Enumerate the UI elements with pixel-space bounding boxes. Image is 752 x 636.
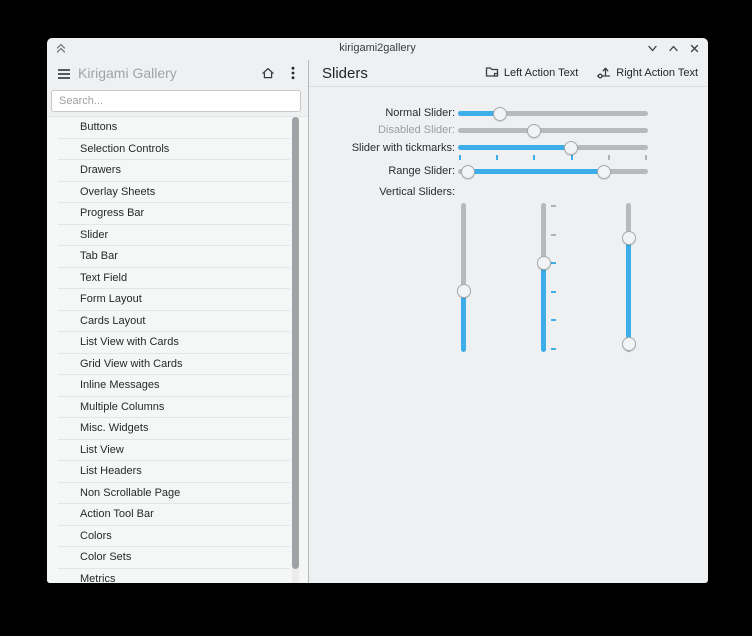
sidebar-item-drawers[interactable]: Drawers bbox=[58, 160, 290, 182]
main-content: Normal Slider: Disabled Slider: Slider w… bbox=[309, 87, 708, 583]
titlebar[interactable]: kirigami2gallery bbox=[47, 38, 708, 60]
disabled-slider bbox=[458, 123, 648, 138]
minimize-icon[interactable] bbox=[647, 43, 658, 54]
range-handle-high[interactable] bbox=[596, 164, 611, 179]
maximize-icon[interactable] bbox=[668, 43, 679, 54]
sidebar-item-buttons[interactable]: Buttons bbox=[58, 117, 290, 139]
adjust-icon bbox=[596, 65, 611, 82]
window-title: kirigami2gallery bbox=[339, 42, 416, 54]
scrollbar-thumb[interactable] bbox=[292, 117, 299, 569]
left-action-label: Left Action Text bbox=[503, 67, 579, 79]
tickmarks-slider[interactable] bbox=[458, 140, 648, 160]
range-handle-high[interactable] bbox=[621, 336, 636, 351]
slider-fill bbox=[626, 238, 631, 344]
sidebar-item-color-sets[interactable]: Color Sets bbox=[58, 547, 290, 569]
tickmarks bbox=[459, 155, 647, 160]
range-handle-low[interactable] bbox=[621, 231, 636, 245]
vertical-slider-1[interactable] bbox=[456, 203, 471, 352]
vertical-range-slider[interactable] bbox=[621, 203, 636, 352]
app-title: Kirigami Gallery bbox=[78, 65, 177, 81]
range-handle-low[interactable] bbox=[461, 164, 476, 179]
slider-fill bbox=[461, 290, 466, 352]
range-slider[interactable] bbox=[458, 164, 648, 179]
home-icon[interactable] bbox=[261, 66, 275, 85]
slider-fill bbox=[468, 169, 604, 174]
sidebar-item-tab-bar[interactable]: Tab Bar bbox=[58, 246, 290, 268]
vertical-sliders-label: Vertical Sliders: bbox=[379, 186, 455, 198]
right-action-label: Right Action Text bbox=[616, 67, 698, 79]
left-action-button[interactable]: Left Action Text bbox=[485, 65, 578, 81]
page-header: Sliders Left Action Text Right Action Te… bbox=[308, 60, 708, 87]
sidebar-item-text-field[interactable]: Text Field bbox=[58, 268, 290, 289]
sidebar-item-list-headers[interactable]: List Headers bbox=[58, 461, 290, 483]
slider-handle[interactable] bbox=[492, 106, 507, 121]
sidebar-item-progress-bar[interactable]: Progress Bar bbox=[58, 203, 290, 225]
sidebar-item-multiple-columns[interactable]: Multiple Columns bbox=[58, 397, 290, 418]
toolbar: Kirigami Gallery Sliders Left Action Tex… bbox=[47, 60, 708, 87]
sidebar-item-cards-layout[interactable]: Cards Layout bbox=[58, 311, 290, 332]
sidebar-item-non-scrollable-page[interactable]: Non Scrollable Page bbox=[58, 483, 290, 504]
sidebar-item-list-view[interactable]: List View bbox=[58, 440, 290, 461]
sidebar-item-grid-view-with-cards[interactable]: Grid View with Cards bbox=[58, 354, 290, 375]
tickmarks-slider-label: Slider with tickmarks: bbox=[351, 142, 455, 154]
sidebar-item-list-view-with-cards[interactable]: List View with Cards bbox=[58, 332, 290, 354]
sidebar-item-colors[interactable]: Colors bbox=[58, 526, 290, 547]
vertical-slider-2[interactable] bbox=[536, 203, 556, 352]
search-input[interactable] bbox=[51, 90, 301, 112]
slider-handle[interactable] bbox=[536, 255, 551, 270]
slider-handle[interactable] bbox=[456, 283, 471, 298]
sidebar-item-metrics[interactable]: Metrics bbox=[58, 569, 290, 583]
sidebar-item-form-layout[interactable]: Form Layout bbox=[58, 289, 290, 311]
sidebar-item-overlay-sheets[interactable]: Overlay Sheets bbox=[58, 182, 290, 203]
slider-fill bbox=[541, 262, 546, 352]
sidebar: Buttons Selection Controls Drawers Overl… bbox=[47, 87, 308, 583]
sidebar-item-selection-controls[interactable]: Selection Controls bbox=[58, 139, 290, 160]
normal-slider-label: Normal Slider: bbox=[385, 107, 455, 119]
sidebar-list: Buttons Selection Controls Drawers Overl… bbox=[47, 116, 308, 583]
hamburger-icon[interactable] bbox=[57, 67, 71, 85]
sidebar-item-inline-messages[interactable]: Inline Messages bbox=[58, 375, 290, 397]
folder-icon bbox=[485, 65, 499, 81]
normal-slider[interactable] bbox=[458, 106, 648, 121]
app-window: kirigami2gallery Kirigami Gallery Slider… bbox=[47, 38, 708, 583]
slider-handle bbox=[527, 123, 541, 138]
right-action-button[interactable]: Right Action Text bbox=[596, 65, 698, 82]
sidebar-item-action-tool-bar[interactable]: Action Tool Bar bbox=[58, 504, 290, 526]
sidebar-item-slider[interactable]: Slider bbox=[58, 225, 290, 246]
sidebar-header: Kirigami Gallery bbox=[47, 60, 308, 87]
sidebar-item-misc-widgets[interactable]: Misc. Widgets bbox=[58, 418, 290, 440]
tickmarks bbox=[551, 205, 556, 350]
range-slider-label: Range Slider: bbox=[388, 165, 455, 177]
disabled-slider-label: Disabled Slider: bbox=[377, 124, 455, 136]
slider-fill bbox=[458, 145, 572, 150]
overflow-menu-icon[interactable] bbox=[291, 66, 295, 85]
slider-handle[interactable] bbox=[564, 140, 579, 155]
close-icon[interactable] bbox=[689, 43, 700, 54]
page-title: Sliders bbox=[322, 65, 368, 82]
